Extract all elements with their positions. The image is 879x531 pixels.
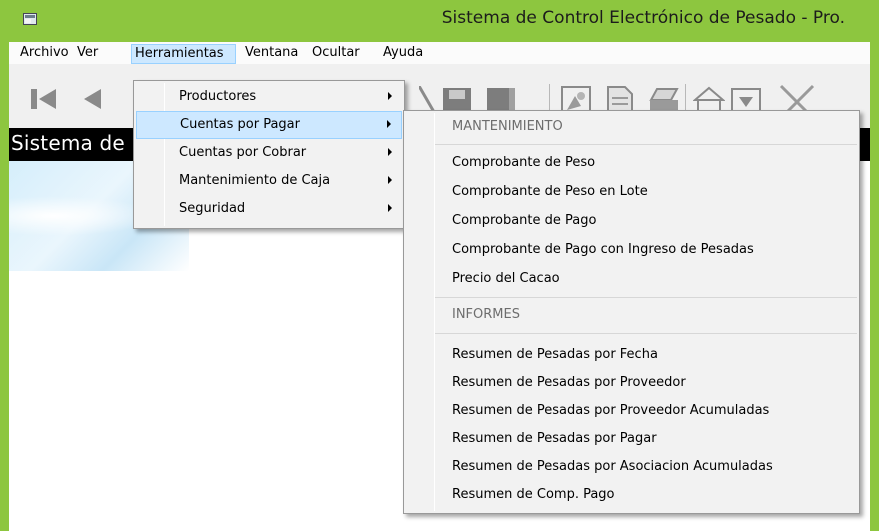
menu-item-cuentas-por-cobrar[interactable]: Cuentas por Cobrar xyxy=(136,139,402,167)
menu-separator xyxy=(435,333,857,334)
menu-archivo[interactable]: Archivo xyxy=(17,45,72,63)
submenu-arrow-icon xyxy=(387,120,391,128)
app-icon xyxy=(23,13,37,25)
menu-separator xyxy=(435,297,857,298)
submenu-arrow-icon xyxy=(388,204,392,212)
menu-bar: Archivo Ver Herramientas Ventana Ocultar… xyxy=(9,42,870,64)
edit-icon[interactable] xyxy=(419,86,437,112)
menu-item-resumen-pesadas-asociacion[interactable]: Resumen de Pesadas por Asociacion Acumul… xyxy=(406,453,857,481)
submenu-arrow-icon xyxy=(388,148,392,156)
submenu-arrow-icon xyxy=(388,176,392,184)
menu-item-comprobante-de-pago[interactable]: Comprobante de Pago xyxy=(406,207,857,235)
menu-item-resumen-pesadas-por-pagar[interactable]: Resumen de Pesadas por Pagar xyxy=(406,425,857,453)
cuentas-por-pagar-submenu: MANTENIMIENTO Comprobante de Peso Compro… xyxy=(403,110,860,514)
first-record-icon[interactable] xyxy=(31,88,57,110)
menu-item-precio-del-cacao[interactable]: Precio del Cacao xyxy=(406,265,857,293)
menu-item-comprobante-de-peso[interactable]: Comprobante de Peso xyxy=(406,149,857,177)
previous-record-icon[interactable] xyxy=(81,88,103,110)
header-title: Sistema de xyxy=(11,131,125,155)
menu-item-mantenimiento-de-caja[interactable]: Mantenimiento de Caja xyxy=(136,167,402,195)
menu-item-comprobante-de-pago-con-ingreso[interactable]: Comprobante de Pago con Ingreso de Pesad… xyxy=(406,236,857,264)
section-header-informes: INFORMES xyxy=(452,307,520,322)
menu-item-cuentas-por-pagar[interactable]: Cuentas por Pagar xyxy=(136,111,402,139)
menu-ocultar[interactable]: Ocultar xyxy=(309,45,363,63)
section-header-mantenimiento: MANTENIMIENTO xyxy=(452,119,563,134)
menu-ayuda[interactable]: Ayuda xyxy=(380,45,426,63)
menu-item-resumen-pesadas-proveedor-acumuladas[interactable]: Resumen de Pesadas por Proveedor Acumula… xyxy=(406,397,857,425)
menu-item-resumen-pesadas-fecha[interactable]: Resumen de Pesadas por Fecha xyxy=(406,341,857,369)
menu-item-comprobante-de-peso-en-lote[interactable]: Comprobante de Peso en Lote xyxy=(406,178,857,206)
menu-ver[interactable]: Ver xyxy=(74,45,101,63)
menu-separator xyxy=(435,144,857,145)
menu-item-resumen-comp-pago[interactable]: Resumen de Comp. Pago xyxy=(406,481,857,509)
menu-item-resumen-pesadas-proveedor[interactable]: Resumen de Pesadas por Proveedor xyxy=(406,369,857,397)
menu-item-seguridad[interactable]: Seguridad xyxy=(136,195,402,223)
title-bar[interactable]: Sistema de Control Electrónico de Pesado… xyxy=(0,0,879,42)
menu-item-productores[interactable]: Productores xyxy=(136,83,402,111)
submenu-arrow-icon xyxy=(388,92,392,100)
menu-herramientas[interactable]: Herramientas xyxy=(131,44,236,64)
herramientas-menu: Productores Cuentas por Pagar Cuentas po… xyxy=(133,80,405,229)
window-title: Sistema de Control Electrónico de Pesado… xyxy=(441,8,845,28)
menu-ventana[interactable]: Ventana xyxy=(242,45,301,63)
